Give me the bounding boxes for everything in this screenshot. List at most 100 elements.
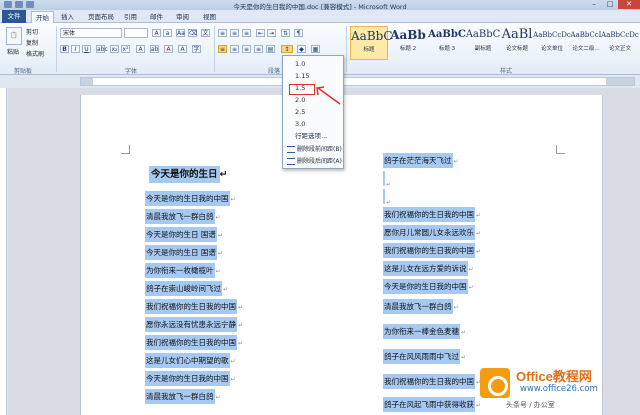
superscript-icon[interactable]: x² (121, 45, 130, 53)
style-tile-heading2[interactable]: AaBb 标题 2 (389, 26, 427, 60)
remove-space-after-item[interactable]: 删除段后间距(A) (287, 157, 342, 166)
paste-button[interactable]: 粘贴 (7, 47, 19, 56)
justify-icon[interactable]: ≡ (254, 45, 263, 53)
doc-line[interactable]: 为你衔来一棒金色麦穗 ↵ (383, 324, 466, 339)
doc-line[interactable]: 我们祝福你的生日我的中国 ↵ (145, 299, 243, 314)
underline-icon[interactable]: U (82, 45, 91, 53)
doc-line[interactable]: 为你衔来一枚橄榄叶 ↵ (145, 263, 221, 278)
doc-line[interactable]: 清晨我放飞一群白鸽 ↵ (145, 389, 221, 404)
tab-review[interactable]: 审阅 (172, 11, 193, 23)
doc-line[interactable]: 今天是你的生日我的中国 ↵ (383, 279, 474, 294)
doc-line[interactable]: 我们祝福你的生日我的中国 ↵ (383, 374, 481, 389)
style-tile-paper-unit[interactable]: AaBbCcDc 论文单位 (533, 26, 571, 60)
shading-icon[interactable]: ◆ (297, 45, 306, 53)
copy-button[interactable]: 复制 (26, 38, 38, 47)
paste-icon[interactable]: 📋 (6, 27, 22, 45)
align-center-icon[interactable]: ≡ (230, 45, 239, 53)
tab-home[interactable]: 开始 (31, 11, 54, 23)
doc-line[interactable]: 愿你月儿常圆儿女永远欢乐 ↵ (383, 225, 481, 240)
style-tile-paper-body[interactable]: AaBbCcDc 论文正文 (601, 26, 639, 60)
tab-insert[interactable]: 插入 (57, 11, 78, 23)
text-effects-icon[interactable]: A (136, 45, 145, 53)
font-color-icon[interactable]: A (164, 45, 173, 53)
shrink-font-icon[interactable]: a (163, 29, 172, 37)
doc-line[interactable]: 鸽子在崇山峻岭间飞过 ↵ (145, 281, 228, 296)
doc-line[interactable]: 我们祝福你的生日我的中国 ↵ (145, 335, 243, 350)
doc-title[interactable]: 今天是你的生日 ↵ (149, 166, 227, 183)
style-tile-paper-level2[interactable]: AaBbCcI 论文二级... (567, 26, 605, 60)
pinyin-icon[interactable]: 文 (201, 29, 210, 37)
style-tile-title[interactable]: AaBbC 标题 (350, 26, 393, 60)
italic-icon[interactable]: I (71, 45, 80, 53)
ribbon-tabs: 文件 开始 插入 页面布局 引用 邮件 审阅 视图 (0, 10, 640, 23)
strikethrough-icon[interactable]: abc (96, 45, 108, 53)
doc-line[interactable]: ↵ (383, 189, 391, 206)
highlight-color-icon[interactable]: ab (150, 45, 159, 53)
doc-line[interactable]: 鸽子在风起飞雨中获得收获 ↵ (383, 397, 481, 412)
borders-icon[interactable]: ▦ (311, 45, 320, 53)
doc-line[interactable]: 鸽子在风风雨雨中飞过 ↵ (383, 349, 466, 364)
bullets-icon[interactable]: ≡ (218, 29, 227, 37)
line-spacing-menu: 1.0 1.15 1.5 2.0 2.5 3.0 行距选项... 删除段前间距(… (282, 55, 344, 169)
horizontal-ruler[interactable] (80, 77, 635, 86)
line-spacing-options-item[interactable]: 行距选项... (295, 132, 327, 141)
style-tile-subtitle[interactable]: AaBbC 副标题 (464, 26, 502, 60)
remove-space-before-item[interactable]: 删除段前间距(B) (287, 145, 342, 154)
line-spacing-icon[interactable]: ↕ (281, 45, 293, 53)
tab-mailings[interactable]: 邮件 (146, 11, 167, 23)
format-painter-button[interactable]: 格式刷 (26, 49, 44, 58)
multilevel-list-icon[interactable]: ≡ (242, 29, 251, 37)
doc-line[interactable]: 今天是你的生日我的中国 ↵ (145, 371, 236, 386)
numbering-icon[interactable]: ≡ (230, 29, 239, 37)
maximize-icon[interactable]: □ (602, 0, 618, 9)
tab-file[interactable]: 文件 (2, 10, 26, 23)
doc-line[interactable]: 这是儿女在远方爱的诉说 ↵ (383, 261, 474, 276)
doc-line[interactable]: 清晨我放飞一群白鸽 ↵ (383, 299, 459, 314)
tab-page-layout[interactable]: 页面布局 (84, 11, 118, 23)
office-logo-icon (480, 368, 510, 398)
decrease-indent-icon[interactable]: ⇤ (256, 29, 265, 37)
doc-line[interactable]: 我们祝福你的生日我的中国 ↵ (383, 207, 481, 222)
doc-line[interactable]: 今天是你的生日我的中国 ↵ (145, 191, 236, 206)
change-case-icon[interactable]: Aa (176, 29, 185, 37)
doc-line[interactable]: 清晨我放飞一群白鸽 ↵ (145, 209, 221, 224)
bold-icon[interactable]: B (60, 45, 69, 53)
site-watermark: Office教程网 www.office26.com 头条号 / 办公室 (476, 362, 638, 412)
doc-line[interactable]: 这是儿女们心中期望的歌 ↵ (145, 353, 236, 368)
align-right-icon[interactable]: ≡ (242, 45, 251, 53)
show-marks-icon[interactable]: ¶ (294, 29, 303, 37)
watermark-subtitle: 头条号 / 办公室 (506, 401, 555, 409)
clear-format-icon[interactable]: ⌫ (188, 29, 197, 37)
doc-line[interactable]: 鸽子在茫茫海天飞过 ↵ (383, 153, 459, 168)
line-spacing-option[interactable]: 3.0 (295, 120, 305, 129)
doc-line[interactable]: 今天是你的生日 国谱 ↵ (145, 227, 223, 242)
align-left-icon[interactable]: ≡ (218, 45, 227, 53)
char-border-icon[interactable]: 字 (192, 45, 201, 53)
subscript-icon[interactable]: x₂ (110, 45, 119, 53)
line-spacing-option[interactable]: 2.0 (295, 96, 305, 105)
line-spacing-option[interactable]: 2.5 (295, 108, 305, 117)
increase-indent-icon[interactable]: ⇥ (267, 29, 276, 37)
grow-font-icon[interactable]: A (152, 29, 161, 37)
font-name-box[interactable]: 宋体 (60, 28, 122, 38)
close-icon[interactable]: ✕ (618, 0, 640, 9)
minimize-icon[interactable]: – (586, 0, 602, 9)
watermark-url: www.office26.com (520, 384, 598, 394)
char-shading-icon[interactable]: A (178, 45, 187, 53)
vertical-ruler[interactable] (0, 88, 7, 415)
doc-line[interactable]: ↵ (383, 171, 391, 188)
doc-line[interactable]: 今天是你的生日 国谱 ↵ (145, 245, 223, 260)
cut-button[interactable]: 剪切 (26, 27, 38, 36)
line-spacing-option[interactable]: 1.15 (295, 72, 309, 81)
tab-references[interactable]: 引用 (120, 11, 141, 23)
sort-icon[interactable]: ⇅ (281, 29, 290, 37)
doc-line[interactable]: 愿你永远没有忧患永远宁静 ↵ (145, 317, 243, 332)
style-tile-heading3[interactable]: AaBbC 标题 3 (428, 26, 466, 60)
line-spacing-option[interactable]: 1.0 (295, 60, 305, 69)
group-separator (214, 26, 215, 72)
style-tile-paper-title[interactable]: AaBl 论文标题 (498, 26, 536, 60)
distribute-icon[interactable]: ▤ (266, 45, 275, 53)
tab-view[interactable]: 视图 (199, 11, 220, 23)
doc-line[interactable]: 我们祝福你的生日我的中国 ↵ (383, 243, 481, 258)
font-size-box[interactable] (124, 28, 148, 38)
